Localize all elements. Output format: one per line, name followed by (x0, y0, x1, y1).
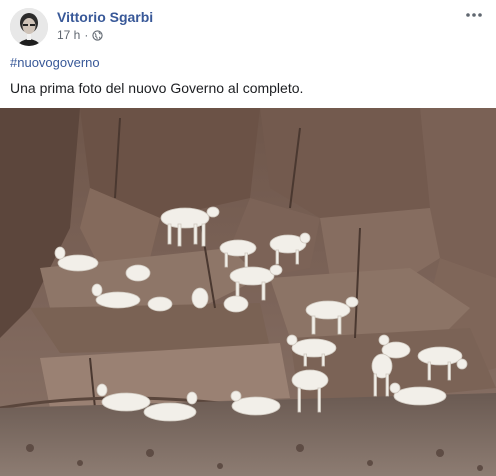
post-photo[interactable] (0, 108, 496, 476)
post-meta: 17 h · (57, 28, 103, 42)
hashtag-link[interactable]: #nuovogoverno (10, 55, 100, 70)
more-options-icon[interactable] (464, 10, 484, 22)
post-caption: Una prima foto del nuovo Governo al comp… (10, 80, 304, 96)
meta-separator: · (84, 28, 89, 42)
goats-on-rocks-image (0, 108, 496, 476)
globe-icon[interactable] (92, 29, 103, 41)
author-name[interactable]: Vittorio Sgarbi (57, 9, 153, 25)
post-time[interactable]: 17 h (57, 28, 80, 42)
post-header: Vittorio Sgarbi 17 h · (0, 0, 496, 52)
facebook-post: Vittorio Sgarbi 17 h · #nuovogoverno Una… (0, 0, 496, 476)
author-avatar[interactable] (10, 8, 48, 46)
avatar-image (10, 8, 48, 46)
